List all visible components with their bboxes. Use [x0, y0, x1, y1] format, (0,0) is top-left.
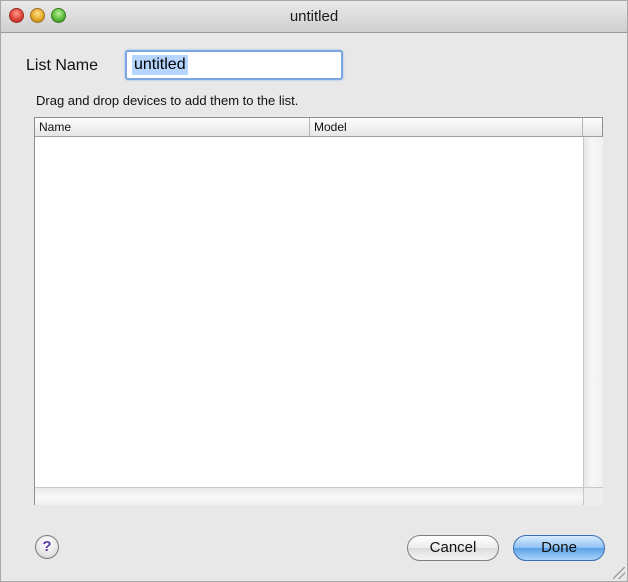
table-body[interactable]	[35, 137, 583, 487]
list-name-field[interactable]: untitled	[125, 50, 343, 80]
column-header-model[interactable]: Model	[310, 118, 583, 136]
window-title: untitled	[289, 8, 339, 25]
list-name-value[interactable]: untitled	[132, 55, 188, 75]
vertical-scrollbar[interactable]	[583, 137, 603, 487]
list-name-label: List Name	[26, 57, 99, 74]
resize-grip-icon[interactable]	[613, 567, 625, 579]
table-header: Name Model	[35, 118, 602, 137]
title-bar[interactable]: untitled	[1, 1, 627, 33]
cancel-button[interactable]: Cancel	[407, 535, 499, 561]
device-list-table[interactable]: Name Model	[34, 117, 603, 505]
column-header-name[interactable]: Name	[35, 118, 310, 136]
drag-drop-hint: Drag and drop devices to add them to the…	[36, 93, 299, 108]
list-editor-window: untitled List Name untitled Drag and dro…	[0, 0, 628, 582]
done-button[interactable]: Done	[513, 535, 605, 561]
help-button[interactable]: ?	[35, 535, 59, 559]
header-corner	[583, 118, 602, 136]
scroll-corner	[583, 487, 603, 505]
horizontal-scrollbar[interactable]	[35, 487, 583, 505]
